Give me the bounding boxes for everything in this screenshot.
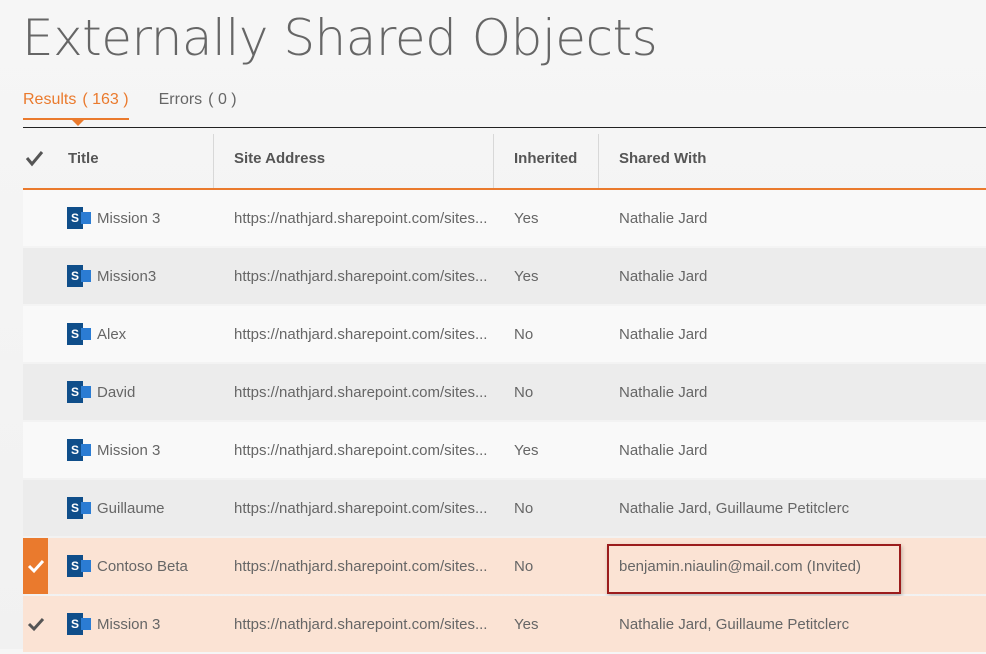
column-header-shared-with[interactable]: Shared With (619, 128, 706, 188)
grid-header: Title Site Address Inherited Shared With (23, 128, 986, 190)
sharepoint-icon: S (67, 497, 91, 519)
results-table: S Mission 3 https://nathjard.sharepoint.… (23, 190, 986, 654)
column-divider[interactable] (213, 134, 214, 188)
tab-errors[interactable]: Errors ( 0 ) (159, 88, 237, 116)
svg-text:S: S (71, 443, 79, 457)
row-inherited: No (514, 500, 534, 517)
row-checkbox[interactable] (23, 248, 48, 304)
column-divider[interactable] (493, 134, 494, 188)
row-checkbox-checked[interactable] (23, 538, 48, 594)
row-inherited: Yes (514, 268, 539, 285)
sharepoint-icon: S (67, 265, 91, 287)
row-site-address: https://nathjard.sharepoint.com/sites... (234, 558, 488, 575)
svg-text:S: S (71, 385, 79, 399)
svg-text:S: S (71, 327, 79, 341)
row-inherited: Yes (514, 616, 539, 633)
tab-results[interactable]: Results ( 163 ) (23, 88, 129, 126)
page-title: Externally Shared Objects (22, 9, 658, 67)
row-title[interactable]: David (97, 364, 135, 420)
row-checkbox[interactable] (23, 596, 48, 652)
row-site-address: https://nathjard.sharepoint.com/sites... (234, 268, 488, 285)
row-shared-with: Nathalie Jard (619, 268, 708, 285)
tab-results-label: Results (23, 91, 77, 108)
row-title[interactable]: Alex (97, 306, 126, 362)
column-header-title[interactable]: Title (68, 128, 99, 188)
checkmark-icon (25, 151, 44, 167)
svg-text:S: S (71, 269, 79, 283)
svg-text:S: S (71, 501, 79, 515)
svg-text:S: S (71, 617, 79, 631)
table-row-hover[interactable]: S Mission 3 https://nathjard.sharepoint.… (23, 596, 986, 652)
row-title[interactable]: Mission 3 (97, 596, 160, 652)
sharepoint-icon: S (67, 207, 91, 229)
sharepoint-icon: S (67, 613, 91, 635)
row-inherited: Yes (514, 442, 539, 459)
row-inherited: No (514, 384, 534, 401)
row-shared-with: Nathalie Jard (619, 210, 708, 227)
row-inherited: No (514, 558, 534, 575)
table-row[interactable]: S Alex https://nathjard.sharepoint.com/s… (23, 306, 986, 362)
select-all-checkbox[interactable] (25, 128, 45, 188)
table-row[interactable]: S Mission3 https://nathjard.sharepoint.c… (23, 248, 986, 304)
table-row[interactable]: S David https://nathjard.sharepoint.com/… (23, 364, 986, 420)
row-site-address: https://nathjard.sharepoint.com/sites... (234, 326, 488, 343)
sharepoint-icon: S (67, 439, 91, 461)
column-header-inherited[interactable]: Inherited (514, 128, 577, 188)
row-title[interactable]: Mission3 (97, 248, 156, 304)
row-inherited: No (514, 326, 534, 343)
sharepoint-icon: S (67, 555, 91, 577)
sharepoint-icon: S (67, 323, 91, 345)
row-site-address: https://nathjard.sharepoint.com/sites... (234, 500, 488, 517)
column-header-site-address[interactable]: Site Address (234, 128, 325, 188)
row-shared-with: Nathalie Jard (619, 442, 708, 459)
row-shared-with: Nathalie Jard, Guillaume Petitclerc (619, 500, 850, 517)
row-site-address: https://nathjard.sharepoint.com/sites... (234, 210, 488, 227)
row-site-address: https://nathjard.sharepoint.com/sites... (234, 384, 488, 401)
row-title[interactable]: Mission 3 (97, 190, 160, 246)
row-shared-with: Nathalie Jard (619, 326, 708, 343)
table-row-selected[interactable]: S Contoso Beta https://nathjard.sharepoi… (23, 538, 986, 594)
row-checkbox[interactable] (23, 422, 48, 478)
row-title[interactable]: Guillaume (97, 480, 165, 536)
tab-errors-count: ( 0 ) (208, 91, 237, 108)
checkmark-icon (27, 617, 45, 632)
row-shared-with: Nathalie Jard, Guillaume Petitclerc (619, 616, 850, 633)
row-site-address: https://nathjard.sharepoint.com/sites... (234, 616, 488, 633)
column-divider[interactable] (598, 134, 599, 188)
row-site-address: https://nathjard.sharepoint.com/sites... (234, 442, 488, 459)
sharepoint-icon: S (67, 381, 91, 403)
row-title[interactable]: Contoso Beta (97, 538, 188, 594)
checkmark-icon (27, 559, 45, 574)
row-checkbox[interactable] (23, 190, 48, 246)
row-shared-with: benjamin.niaulin@mail.com (Invited) (619, 558, 861, 575)
table-row[interactable]: S Guillaume https://nathjard.sharepoint.… (23, 480, 986, 536)
row-inherited: Yes (514, 210, 539, 227)
table-row[interactable]: S Mission 3 https://nathjard.sharepoint.… (23, 422, 986, 478)
svg-text:S: S (71, 211, 79, 225)
results-tabs: Results ( 163 ) Errors ( 0 ) (23, 88, 267, 126)
tab-errors-label: Errors (158, 91, 203, 108)
table-row[interactable]: S Mission 3 https://nathjard.sharepoint.… (23, 190, 986, 246)
row-checkbox[interactable] (23, 306, 48, 362)
tab-results-count: ( 163 ) (82, 91, 129, 108)
svg-text:S: S (71, 559, 79, 573)
row-checkbox[interactable] (23, 480, 48, 536)
row-shared-with: Nathalie Jard (619, 384, 708, 401)
row-checkbox[interactable] (23, 364, 48, 420)
row-title[interactable]: Mission 3 (97, 422, 160, 478)
